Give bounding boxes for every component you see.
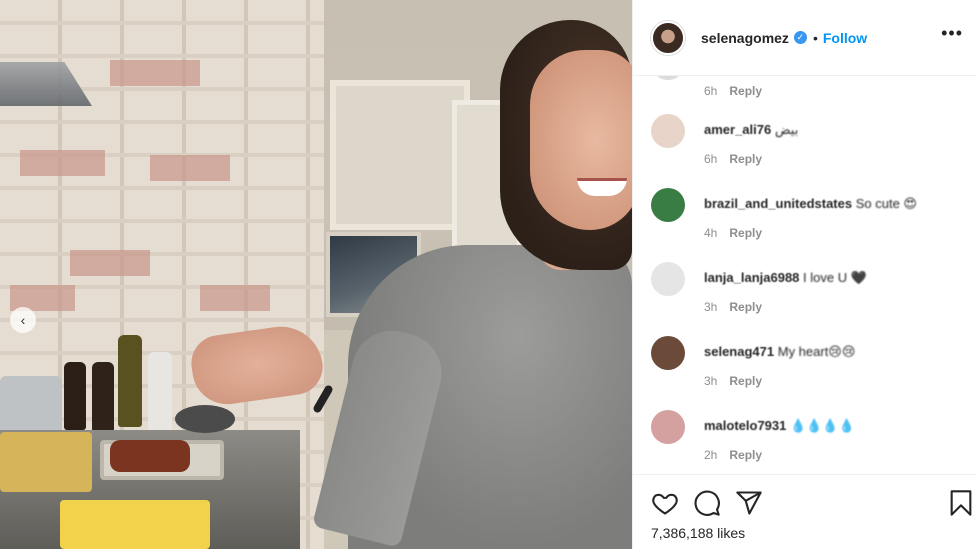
more-options-icon[interactable]: ••• — [941, 24, 963, 42]
comment-username[interactable]: malotelo7931 — [704, 418, 786, 433]
comment-row: amer_ali76 بيض 6h Reply — [633, 114, 976, 184]
comment-body: My heart😢😢 — [777, 344, 856, 359]
comment-body: I love U 🖤 — [803, 270, 867, 285]
comment-meta: 2h Reply — [704, 448, 762, 462]
comment-row: malotelo7931 💧💧💧💧 2h Reply — [633, 410, 976, 474]
comment-username[interactable]: amer_ali76 — [704, 122, 771, 137]
comment-time: 3h — [704, 300, 718, 314]
follow-button[interactable]: Follow — [823, 30, 867, 46]
vinegar-bottle — [92, 362, 114, 432]
comment-text: amer_ali76 بيض — [704, 122, 798, 138]
comment-row: brazil_and_unitedstates So cute 😍 4h Reply — [633, 188, 976, 258]
comment-body: So cute 😍 — [855, 196, 917, 211]
brick — [70, 250, 150, 276]
comment-meta: 3h Reply — [704, 374, 762, 388]
vinegar-bottle — [64, 362, 86, 430]
comment-username[interactable]: brazil_and_unitedstates — [704, 196, 852, 211]
comment-time: 6h — [704, 152, 718, 166]
ribs — [110, 440, 190, 472]
chevron-left-icon: ‹ — [20, 312, 26, 328]
comment-meta: 6h Reply — [704, 152, 762, 166]
heart-icon[interactable] — [651, 489, 679, 517]
post-photo[interactable]: ‹ — [0, 0, 632, 549]
comment-text: selenag471 My heart😢😢 — [704, 344, 855, 360]
share-icon[interactable] — [735, 489, 763, 517]
comment-row: 6h Reply — [633, 76, 976, 116]
comment-text: malotelo7931 💧💧💧💧 — [704, 418, 855, 434]
avatar[interactable] — [651, 336, 685, 370]
reply-button[interactable]: Reply — [729, 448, 762, 462]
person-face — [530, 50, 632, 230]
comment-meta: 6h Reply — [704, 84, 762, 98]
post-actions: 7,386,188 likes — [633, 474, 976, 549]
comment-meta: 3h Reply — [704, 300, 762, 314]
brick — [20, 150, 105, 176]
comment-time: 3h — [704, 374, 718, 388]
brick — [110, 60, 200, 86]
comment-username[interactable]: selenag471 — [704, 344, 774, 359]
reply-button[interactable]: Reply — [729, 300, 762, 314]
comment-row: lanja_lanja6988 I love U 🖤 3h Reply — [633, 262, 976, 332]
avatar[interactable] — [651, 262, 685, 296]
oil-bottle — [118, 335, 142, 427]
likes-count[interactable]: 7,386,188 likes — [651, 525, 745, 541]
reply-button[interactable]: Reply — [729, 226, 762, 240]
comment-time: 6h — [704, 84, 718, 98]
avatar[interactable] — [651, 114, 685, 148]
comment-username[interactable]: lanja_lanja6988 — [704, 270, 799, 285]
avatar[interactable] — [651, 188, 685, 222]
kitchen-cabinet — [330, 80, 470, 230]
comment-body: بيض — [774, 122, 799, 137]
reply-button[interactable]: Reply — [729, 374, 762, 388]
post-header: selenagomez ✓ • Follow ••• — [633, 0, 976, 76]
avatar[interactable] — [651, 410, 685, 444]
comment-row: selenag471 My heart😢😢 3h Reply — [633, 336, 976, 406]
avatar[interactable] — [651, 20, 685, 55]
brick — [150, 155, 230, 181]
comment-time: 2h — [704, 448, 718, 462]
pan — [175, 405, 235, 433]
bookmark-icon[interactable] — [947, 489, 975, 517]
reply-button[interactable]: Reply — [729, 84, 762, 98]
steel-pot — [0, 376, 62, 436]
post-sidebar: selenagomez ✓ • Follow ••• 6h Reply amer_a… — [632, 0, 976, 549]
comment-time: 4h — [704, 226, 718, 240]
food-tray — [0, 432, 92, 492]
comment-text: brazil_and_unitedstates So cute 😍 — [704, 196, 917, 212]
corn-tray — [60, 500, 210, 549]
spray-bottle — [148, 352, 172, 434]
comments-list[interactable]: 6h Reply amer_ali76 بيض 6h Reply brazil_and_u… — [633, 76, 976, 474]
comment-icon[interactable] — [693, 489, 721, 517]
carousel-prev-button[interactable]: ‹ — [10, 307, 36, 333]
reply-button[interactable]: Reply — [729, 152, 762, 166]
brick — [200, 285, 270, 311]
verified-badge-icon: ✓ — [793, 31, 807, 44]
separator-dot: • — [812, 29, 818, 46]
username-link[interactable]: selenagomez — [701, 30, 789, 46]
comment-body: 💧💧💧💧 — [790, 418, 855, 433]
comment-text: lanja_lanja6988 I love U 🖤 — [704, 270, 867, 286]
avatar[interactable] — [651, 76, 685, 80]
comment-meta: 4h Reply — [704, 226, 762, 240]
